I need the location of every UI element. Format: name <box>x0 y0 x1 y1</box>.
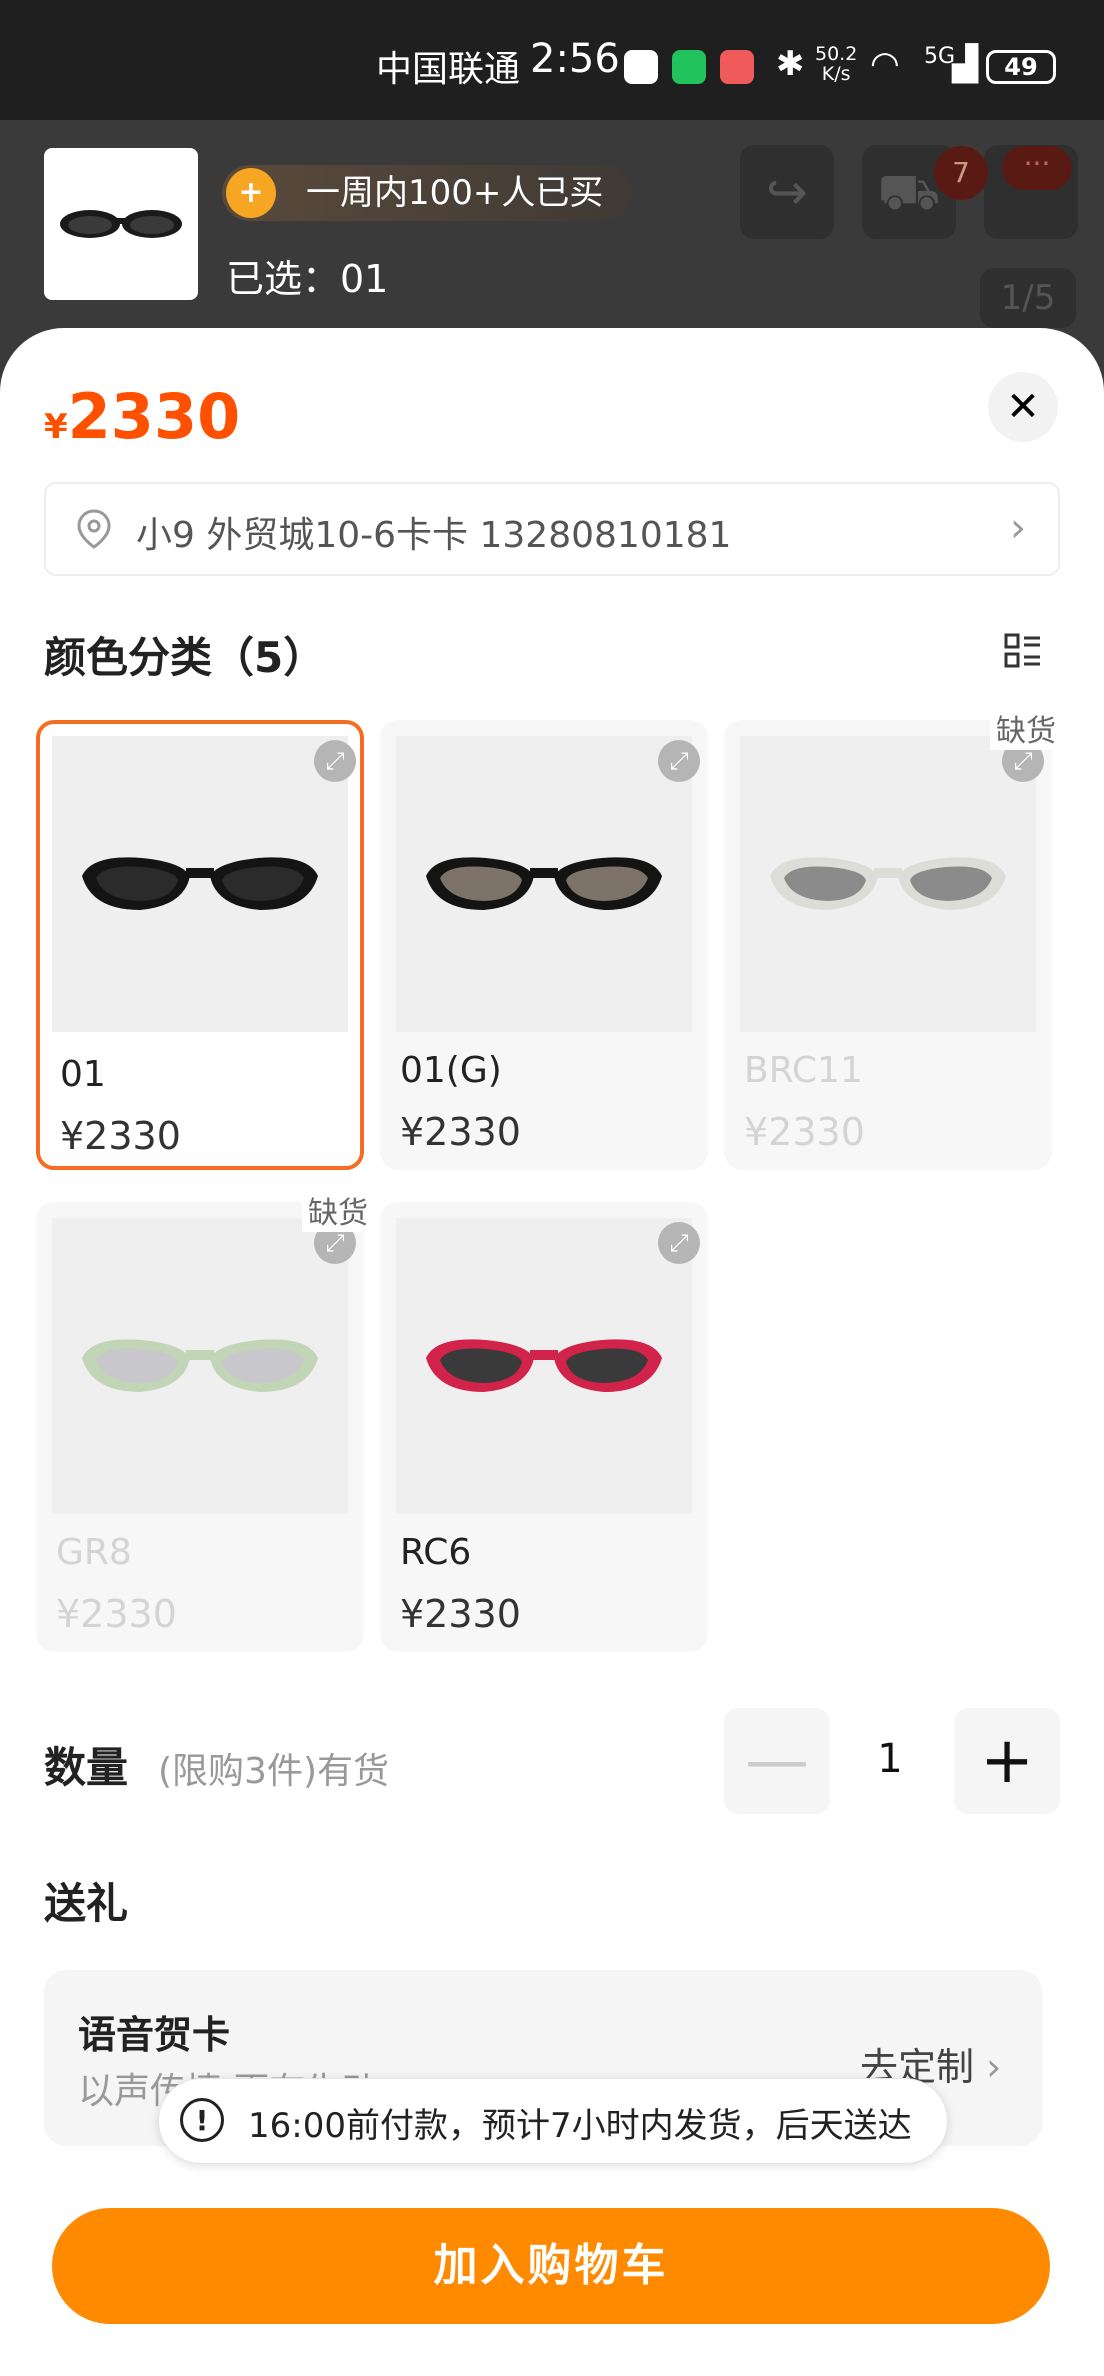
gift-section-title: 送礼 <box>44 1879 129 1928</box>
list-view-icon[interactable] <box>1004 632 1042 670</box>
variant-name: GR8 <box>56 1532 132 1573</box>
bluetooth-icon: ✱ <box>776 44 805 84</box>
add-to-cart-button[interactable]: 加入购物车 <box>52 2208 1050 2324</box>
variant-name: 01(G) <box>400 1050 502 1091</box>
sunglasses-image <box>426 1339 662 1392</box>
quantity-label: 数量 <box>44 1743 129 1792</box>
currency-symbol: ¥ <box>44 407 68 447</box>
variant-price: ¥2330 <box>56 1592 177 1636</box>
quantity-note: (限购3件)有货 <box>158 1751 389 1792</box>
shopping-bag-icon: + <box>226 168 276 218</box>
variant-price: ¥2330 <box>400 1110 521 1154</box>
cart-icon: ⛟ <box>877 163 941 221</box>
quantity-value[interactable]: 1 <box>855 1736 925 1782</box>
network-speed: 50.2 K/s <box>815 44 857 84</box>
image-page-indicator: 1/5 <box>980 268 1076 328</box>
out-of-stock-tag: 缺货 <box>302 1188 374 1232</box>
network-type: 5G <box>924 44 956 69</box>
network-speed-value: 50.2 <box>815 43 858 65</box>
minus-icon: — <box>745 1724 809 1798</box>
gallery-app-icon <box>624 50 658 84</box>
wifi-icon: ◠ <box>870 44 900 84</box>
notes-app-icon <box>720 50 754 84</box>
info-icon: ! <box>180 2098 224 2142</box>
network-speed-unit: K/s <box>821 63 851 85</box>
variant-name: 01 <box>60 1054 106 1095</box>
popularity-badge: 一周内100+人已买 <box>222 165 632 221</box>
variant-price: ¥2330 <box>60 1114 181 1158</box>
cart-count-badge: 7 <box>934 146 988 200</box>
clock: 2:56 <box>530 36 620 82</box>
quantity-increase-button[interactable]: + <box>954 1708 1060 1814</box>
location-pin-icon <box>77 509 111 549</box>
carrier-label: 中国联通 <box>376 49 521 90</box>
variant-name: RC6 <box>400 1532 472 1573</box>
sunglasses-image <box>770 857 1006 910</box>
delivery-toast-text: 16:00前付款，预计7小时内发货，后天送达 <box>248 2106 912 2146</box>
variant-price: ¥2330 <box>744 1110 865 1154</box>
variant-image <box>396 1218 692 1514</box>
variant-card[interactable]: RC6 ¥2330 <box>380 1202 708 1652</box>
share-icon: ↪ <box>766 163 808 221</box>
variant-image <box>52 1218 348 1514</box>
color-section-title: 颜色分类（5） <box>44 633 326 682</box>
expand-image-icon[interactable]: ⤢ <box>314 740 356 782</box>
gift-card-name: 语音贺卡 <box>78 2013 231 2057</box>
variant-card[interactable]: 01 ¥2330 <box>36 720 364 1170</box>
variant-card[interactable]: BRC11 ¥2330 <box>724 720 1052 1170</box>
variant-name: BRC11 <box>744 1050 863 1091</box>
sunglasses-image <box>82 857 318 910</box>
variant-card[interactable]: GR8 ¥2330 <box>36 1202 364 1652</box>
selected-variant-label: 已选：01 <box>226 257 389 301</box>
sunglasses-image <box>82 1339 318 1392</box>
close-icon: ✕ <box>1006 384 1040 430</box>
sunglasses-image <box>426 857 662 910</box>
signal-icon: ▟ <box>952 44 979 84</box>
chevron-right-icon: › <box>974 2045 1002 2089</box>
variant-card[interactable]: 01(G) ¥2330 <box>380 720 708 1170</box>
variant-image <box>740 736 1036 1032</box>
expand-image-icon[interactable]: ⤢ <box>658 1222 700 1264</box>
price-display: ¥2330 <box>44 380 240 453</box>
chevron-right-icon: › <box>1010 505 1026 551</box>
wechat-app-icon <box>672 50 706 84</box>
variant-price: ¥2330 <box>400 1592 521 1636</box>
battery-indicator: 49 <box>986 50 1056 84</box>
sunglasses-image <box>60 210 182 238</box>
share-button[interactable]: ↪ <box>740 145 834 239</box>
out-of-stock-tag: 缺货 <box>990 706 1062 750</box>
expand-image-icon[interactable]: ⤢ <box>658 740 700 782</box>
plus-icon: + <box>980 1724 1034 1798</box>
more-icon: ··· <box>1002 146 1072 190</box>
variant-image <box>52 736 348 1032</box>
selected-product-thumbnail[interactable] <box>44 148 198 300</box>
price-value: 2330 <box>67 380 241 453</box>
variant-image <box>396 736 692 1032</box>
quantity-decrease-button[interactable]: — <box>724 1708 830 1814</box>
address-text: 小9 外贸城10-6卡卡 13280810181 <box>136 515 732 556</box>
close-button[interactable]: ✕ <box>988 372 1058 442</box>
